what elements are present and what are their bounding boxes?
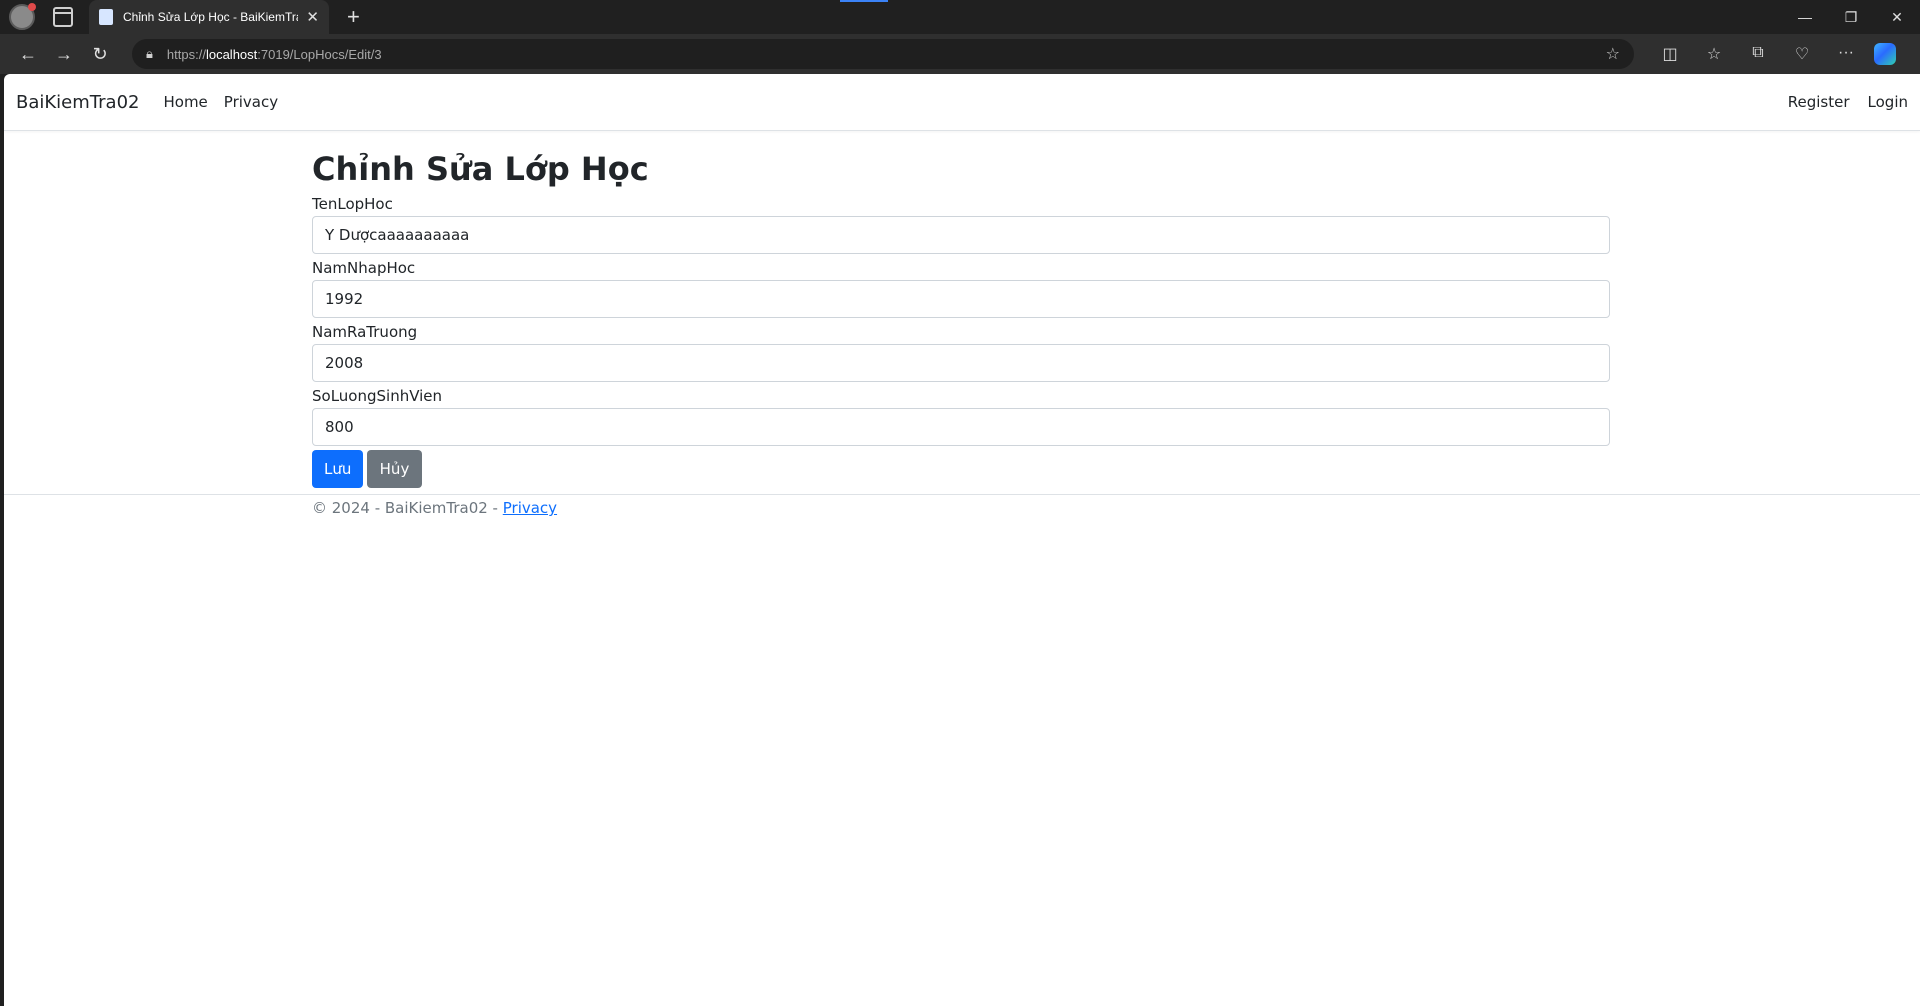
brand-link[interactable]: BaiKiemTra02 xyxy=(16,92,139,113)
browser-toolbar: ← → ↻ 🔒︎ https://localhost:7019/LopHocs/… xyxy=(0,34,1920,74)
refresh-icon[interactable]: ↻ xyxy=(82,44,118,65)
tab-title: Chỉnh Sửa Lớp Học - BaiKiemTra02 xyxy=(123,10,299,24)
browser-tab[interactable]: Chỉnh Sửa Lớp Học - BaiKiemTra02 ✕ xyxy=(89,0,329,34)
favorites-icon[interactable]: ☆ xyxy=(1692,44,1736,64)
window-indicator xyxy=(840,0,888,2)
url-host: localhost xyxy=(205,46,258,62)
url-path: :7019/LopHocs/Edit/3 xyxy=(257,46,382,62)
nav-link-privacy[interactable]: Privacy xyxy=(224,93,278,111)
window-controls: — ❐ ✕ xyxy=(1782,9,1920,26)
lock-icon[interactable]: 🔒︎ xyxy=(146,46,153,62)
page-title: Chỉnh Sửa Lớp Học xyxy=(312,150,649,188)
back-icon[interactable]: ← xyxy=(10,44,46,65)
form-group-tenlophoc: TenLopHoc xyxy=(312,194,1610,254)
window-close-icon[interactable]: ✕ xyxy=(1874,9,1920,26)
star-icon[interactable]: ☆ xyxy=(1606,44,1620,64)
footer-text-wrap: © 2024 - BaiKiemTra02 - Privacy xyxy=(312,499,557,517)
browser-essentials-icon[interactable]: ♡ xyxy=(1780,44,1824,64)
nav-link-home[interactable]: Home xyxy=(163,93,207,111)
minimize-icon[interactable]: — xyxy=(1782,9,1828,26)
field-label: SoLuongSinhVien xyxy=(312,387,443,405)
field-label: NamRaTruong xyxy=(312,323,418,341)
cancel-button[interactable]: Hủy xyxy=(367,450,422,488)
namnhaphoc-input[interactable] xyxy=(312,280,1610,318)
form-buttons: Lưu Hủy xyxy=(312,450,1610,488)
copilot-icon[interactable] xyxy=(1874,43,1896,65)
forward-icon[interactable]: → xyxy=(46,44,82,65)
tenlophoc-input[interactable] xyxy=(312,216,1610,254)
main-container: Chỉnh Sửa Lớp Học TenLopHoc NamNhapHoc N… xyxy=(312,131,1610,488)
new-tab-icon[interactable]: + xyxy=(347,6,360,28)
page-icon xyxy=(99,9,113,25)
footer-privacy-link[interactable]: Privacy xyxy=(503,499,557,517)
profile-icon[interactable] xyxy=(9,3,36,30)
namratruong-input[interactable] xyxy=(312,344,1610,382)
soluongsinhvien-input[interactable] xyxy=(312,408,1610,446)
address-bar[interactable]: 🔒︎ https://localhost:7019/LopHocs/Edit/3… xyxy=(132,39,1634,69)
tab-actions-icon[interactable] xyxy=(53,7,73,27)
form-group-soluongsinhvien: SoLuongSinhVien xyxy=(312,386,1610,446)
site-navbar: BaiKiemTra02 Home Privacy Register Login xyxy=(4,74,1920,131)
collections-icon[interactable]: ⧉ xyxy=(1736,44,1780,64)
footer-text: © 2024 - BaiKiemTra02 - xyxy=(312,499,503,517)
site-footer: © 2024 - BaiKiemTra02 - Privacy xyxy=(4,494,1920,534)
url-scheme: https:// xyxy=(166,46,206,62)
nav-link-register[interactable]: Register xyxy=(1788,93,1850,111)
form-group-namratruong: NamRaTruong xyxy=(312,322,1610,382)
page-viewport: BaiKiemTra02 Home Privacy Register Login… xyxy=(4,74,1920,1006)
field-label: TenLopHoc xyxy=(312,195,393,213)
more-icon[interactable]: ··· xyxy=(1824,44,1868,64)
save-button[interactable]: Lưu xyxy=(312,450,363,488)
browser-titlebar: Chỉnh Sửa Lớp Học - BaiKiemTra02 ✕ + — ❐… xyxy=(0,0,1920,34)
field-label: NamNhapHoc xyxy=(312,259,416,277)
nav-link-login[interactable]: Login xyxy=(1868,93,1908,111)
form-group-namnhaphoc: NamNhapHoc xyxy=(312,258,1610,318)
restore-icon[interactable]: ❐ xyxy=(1828,9,1874,26)
split-screen-icon[interactable]: ◫ xyxy=(1648,44,1692,64)
close-icon[interactable]: ✕ xyxy=(306,8,319,26)
